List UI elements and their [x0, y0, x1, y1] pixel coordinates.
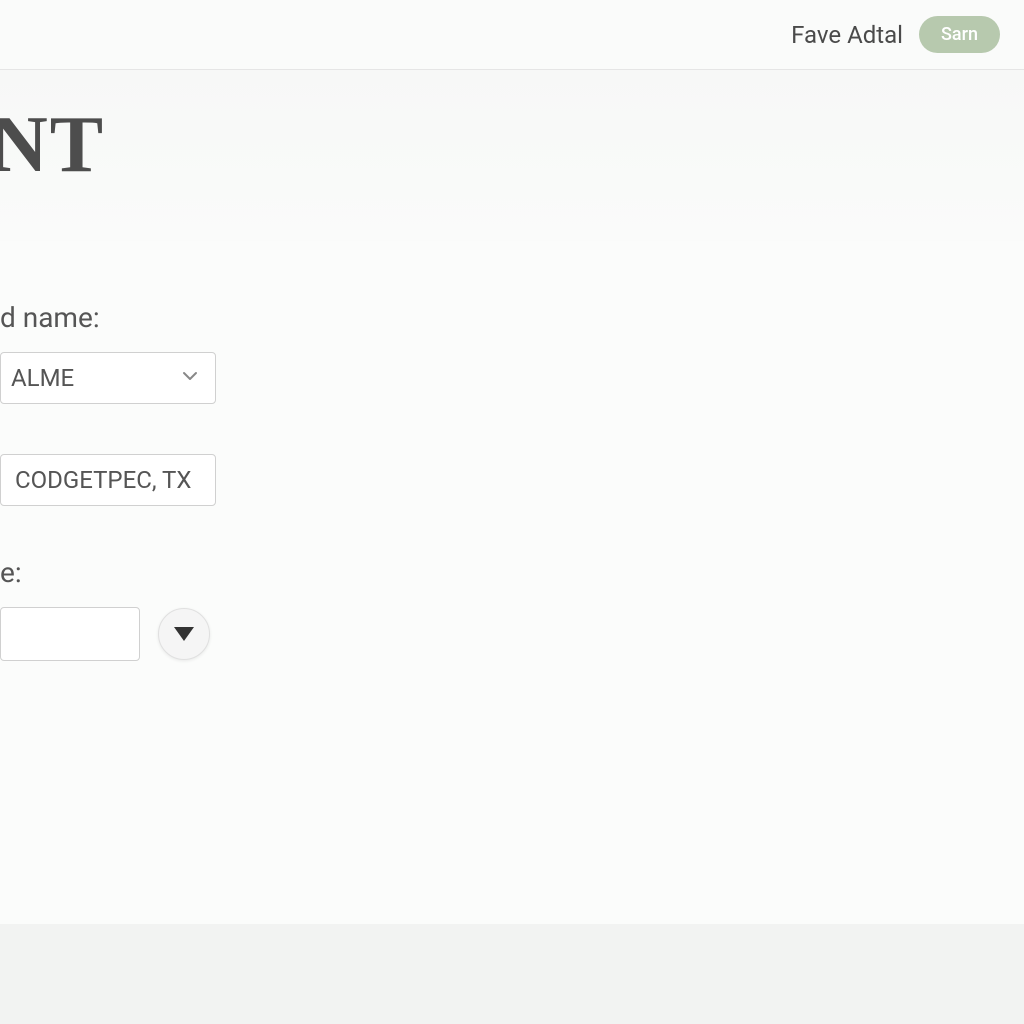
field-third-label: e: [0, 556, 1024, 589]
footer-band [0, 924, 1024, 1024]
page-title: NT [0, 100, 1024, 191]
name-select-value: ALME [11, 364, 74, 392]
field-name-label: d name: [0, 301, 1024, 334]
triangle-down-icon [174, 627, 194, 641]
title-area: NT [0, 70, 1024, 241]
field-third-group: e: [0, 556, 1024, 661]
field-location-group: CODGETPEC, TX [0, 454, 1024, 506]
user-name: Fave Adtal [791, 21, 903, 49]
status-badge[interactable]: Sarn [919, 16, 1000, 53]
third-input[interactable] [0, 607, 140, 661]
top-header: Fave Adtal Sarn [0, 0, 1024, 70]
form-area: d name: ALME CODGETPEC, TX e: [0, 241, 1024, 661]
location-input[interactable]: CODGETPEC, TX [0, 454, 216, 506]
field-name-group: d name: ALME [0, 301, 1024, 404]
name-select[interactable]: ALME [0, 352, 216, 404]
dropdown-button[interactable] [158, 608, 210, 660]
location-input-value: CODGETPEC, TX [15, 466, 191, 494]
